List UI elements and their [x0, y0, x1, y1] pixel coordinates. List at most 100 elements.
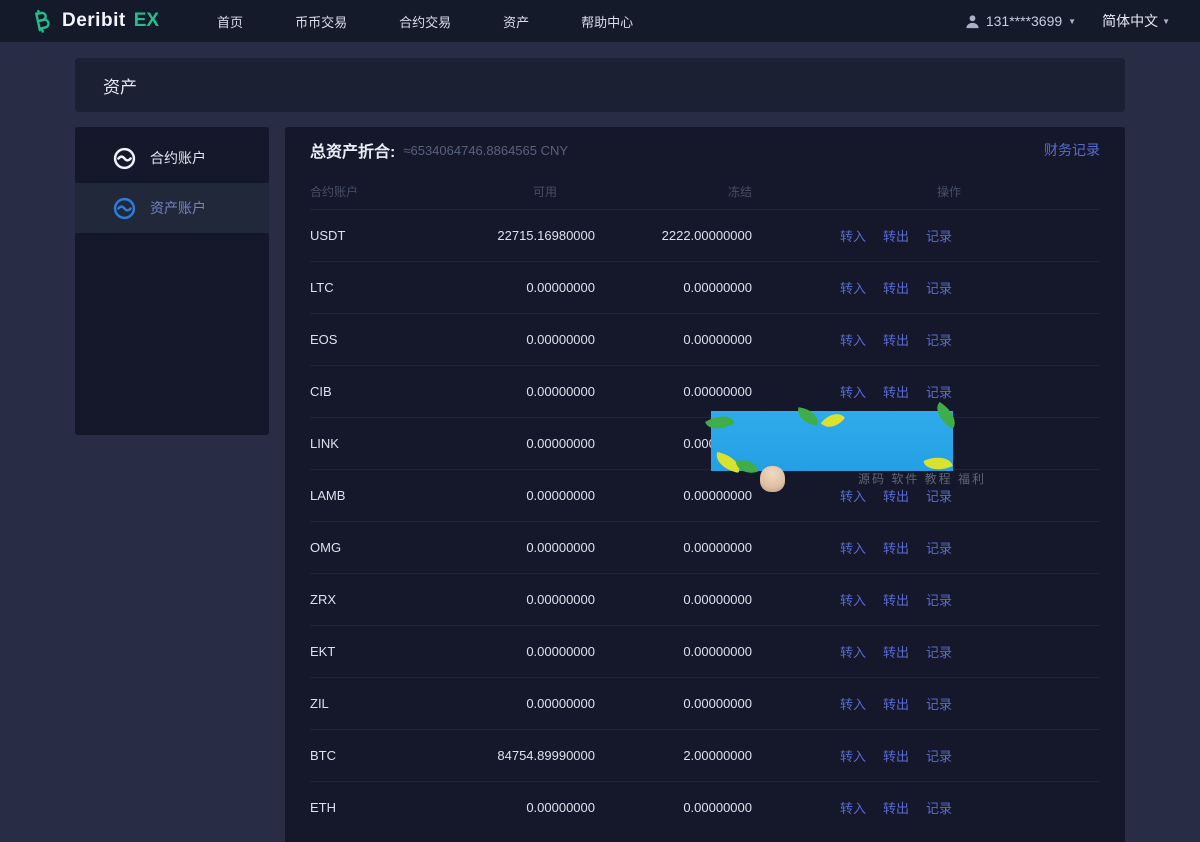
- frozen-balance: 0.00000000: [595, 800, 752, 815]
- financial-records-link[interactable]: 财务记录: [1044, 140, 1100, 160]
- assets-panel: 总资产折合: ≈6534064746.8864565 CNY 财务记录 合约账户…: [285, 127, 1125, 842]
- total-assets-label: 总资产折合:: [310, 138, 395, 162]
- available-balance: 0.00000000: [470, 540, 595, 555]
- frozen-balance: 0.00000000: [595, 384, 752, 399]
- header-available: 可用: [470, 183, 595, 200]
- transfer-in-link[interactable]: 转入: [840, 590, 866, 609]
- nav-item-spot-trade[interactable]: 币币交易: [295, 12, 347, 31]
- account-sidebar: 合约账户 资产账户: [75, 127, 269, 435]
- transfer-in-link[interactable]: 转入: [840, 538, 866, 557]
- available-balance: 22715.16980000: [470, 228, 595, 243]
- bitcoin-logo-icon: [28, 7, 56, 35]
- coin-name: LTC: [310, 280, 470, 295]
- language-selector[interactable]: 简体中文 ▼: [1102, 11, 1170, 31]
- transfer-out-link[interactable]: 转出: [883, 746, 909, 765]
- total-assets-value: ≈6534064746.8864565 CNY: [403, 143, 568, 158]
- contract-account-icon: [113, 147, 136, 170]
- table-row: EKT 0.00000000 0.00000000 转入 转出 记录: [310, 625, 1100, 677]
- leaf-icon: [821, 408, 845, 433]
- records-link[interactable]: 记录: [926, 278, 952, 297]
- transfer-in-link[interactable]: 转入: [840, 642, 866, 661]
- transfer-out-link[interactable]: 转出: [883, 226, 909, 245]
- transfer-in-link[interactable]: 转入: [840, 382, 866, 401]
- nav-item-assets[interactable]: 资产: [503, 12, 529, 31]
- available-balance: 84754.89990000: [470, 748, 595, 763]
- transfer-out-link[interactable]: 转出: [883, 590, 909, 609]
- nav-item-help-center[interactable]: 帮助中心: [581, 12, 633, 31]
- user-menu[interactable]: 131****3699 ▼: [965, 13, 1076, 29]
- navbar-right: 131****3699 ▼ 简体中文 ▼: [965, 11, 1170, 31]
- user-phone: 131****3699: [986, 13, 1062, 29]
- table-row: LTC 0.00000000 0.00000000 转入 转出 记录: [310, 261, 1100, 313]
- coin-name: LAMB: [310, 488, 470, 503]
- table-row: LINK 0.00000000 0.00000000 转入 转出 记录: [310, 417, 1100, 469]
- asset-table-body: USDT 22715.16980000 2222.00000000 转入 转出 …: [310, 209, 1100, 833]
- available-balance: 0.00000000: [470, 800, 595, 815]
- language-label: 简体中文: [1102, 11, 1158, 31]
- page-title: 资产: [75, 58, 1125, 112]
- table-row: USDT 22715.16980000 2222.00000000 转入 转出 …: [310, 209, 1100, 261]
- table-row: BTC 84754.89990000 2.00000000 转入 转出 记录: [310, 729, 1100, 781]
- asset-account-icon: [113, 197, 136, 220]
- records-link[interactable]: 记录: [926, 382, 952, 401]
- table-row: OMG 0.00000000 0.00000000 转入 转出 记录: [310, 521, 1100, 573]
- transfer-out-link[interactable]: 转出: [883, 538, 909, 557]
- sidebar-item-label: 资产账户: [150, 198, 206, 218]
- available-balance: 0.00000000: [470, 436, 595, 451]
- records-link[interactable]: 记录: [926, 694, 952, 713]
- frozen-balance: 0.00000000: [595, 592, 752, 607]
- brand-logo[interactable]: Deribit EX: [30, 9, 159, 33]
- header-account: 合约账户: [310, 183, 470, 200]
- transfer-in-link[interactable]: 转入: [840, 486, 866, 505]
- frozen-balance: 0.00000000: [595, 280, 752, 295]
- coin-name: CIB: [310, 384, 470, 399]
- page-container: 资产 合约账户 资产账户: [75, 58, 1125, 842]
- sidebar-item-contract-account[interactable]: 合约账户: [75, 133, 269, 183]
- table-row: EOS 0.00000000 0.00000000 转入 转出 记录: [310, 313, 1100, 365]
- transfer-out-link[interactable]: 转出: [883, 330, 909, 349]
- records-link[interactable]: 记录: [926, 642, 952, 661]
- asset-table-header: 合约账户 可用 冻结 操作: [310, 173, 1100, 209]
- transfer-in-link[interactable]: 转入: [840, 226, 866, 245]
- coin-name: OMG: [310, 540, 470, 555]
- transfer-out-link[interactable]: 转出: [883, 694, 909, 713]
- transfer-in-link[interactable]: 转入: [840, 746, 866, 765]
- records-link[interactable]: 记录: [926, 226, 952, 245]
- coin-name: EKT: [310, 644, 470, 659]
- available-balance: 0.00000000: [470, 696, 595, 711]
- transfer-in-link[interactable]: 转入: [840, 278, 866, 297]
- nav-item-contract-trade[interactable]: 合约交易: [399, 12, 451, 31]
- transfer-in-link[interactable]: 转入: [840, 798, 866, 817]
- nav-item-home[interactable]: 首页: [217, 12, 243, 31]
- brand-suffix: EX: [134, 10, 159, 32]
- brand-name: Deribit: [62, 10, 126, 32]
- transfer-in-link[interactable]: 转入: [840, 330, 866, 349]
- records-link[interactable]: 记录: [926, 486, 952, 505]
- coin-name: ETH: [310, 800, 470, 815]
- frozen-balance: 0.00000000: [595, 540, 752, 555]
- transfer-out-link[interactable]: 转出: [883, 382, 909, 401]
- records-link[interactable]: 记录: [926, 330, 952, 349]
- records-link[interactable]: 记录: [926, 590, 952, 609]
- chevron-down-icon: ▼: [1162, 17, 1170, 26]
- sidebar-item-asset-account[interactable]: 资产账户: [75, 183, 269, 233]
- header-frozen: 冻结: [595, 183, 752, 200]
- table-row: ZIL 0.00000000 0.00000000 转入 转出 记录: [310, 677, 1100, 729]
- table-row: CIB 0.00000000 0.00000000 转入 转出 记录: [310, 365, 1100, 417]
- transfer-out-link[interactable]: 转出: [883, 278, 909, 297]
- available-balance: 0.00000000: [470, 280, 595, 295]
- frozen-balance: 0.00000000: [595, 488, 752, 503]
- coin-name: BTC: [310, 748, 470, 763]
- coin-name: ZRX: [310, 592, 470, 607]
- transfer-out-link[interactable]: 转出: [883, 642, 909, 661]
- records-link[interactable]: 记录: [926, 798, 952, 817]
- transfer-out-link[interactable]: 转出: [883, 486, 909, 505]
- records-link[interactable]: 记录: [926, 746, 952, 765]
- records-link[interactable]: 记录: [926, 538, 952, 557]
- transfer-out-link[interactable]: 转出: [883, 798, 909, 817]
- user-icon: [965, 14, 980, 29]
- available-balance: 0.00000000: [470, 488, 595, 503]
- transfer-in-link[interactable]: 转入: [840, 694, 866, 713]
- total-assets-row: 总资产折合: ≈6534064746.8864565 CNY 财务记录: [310, 127, 1100, 173]
- coin-name: LINK: [310, 436, 470, 451]
